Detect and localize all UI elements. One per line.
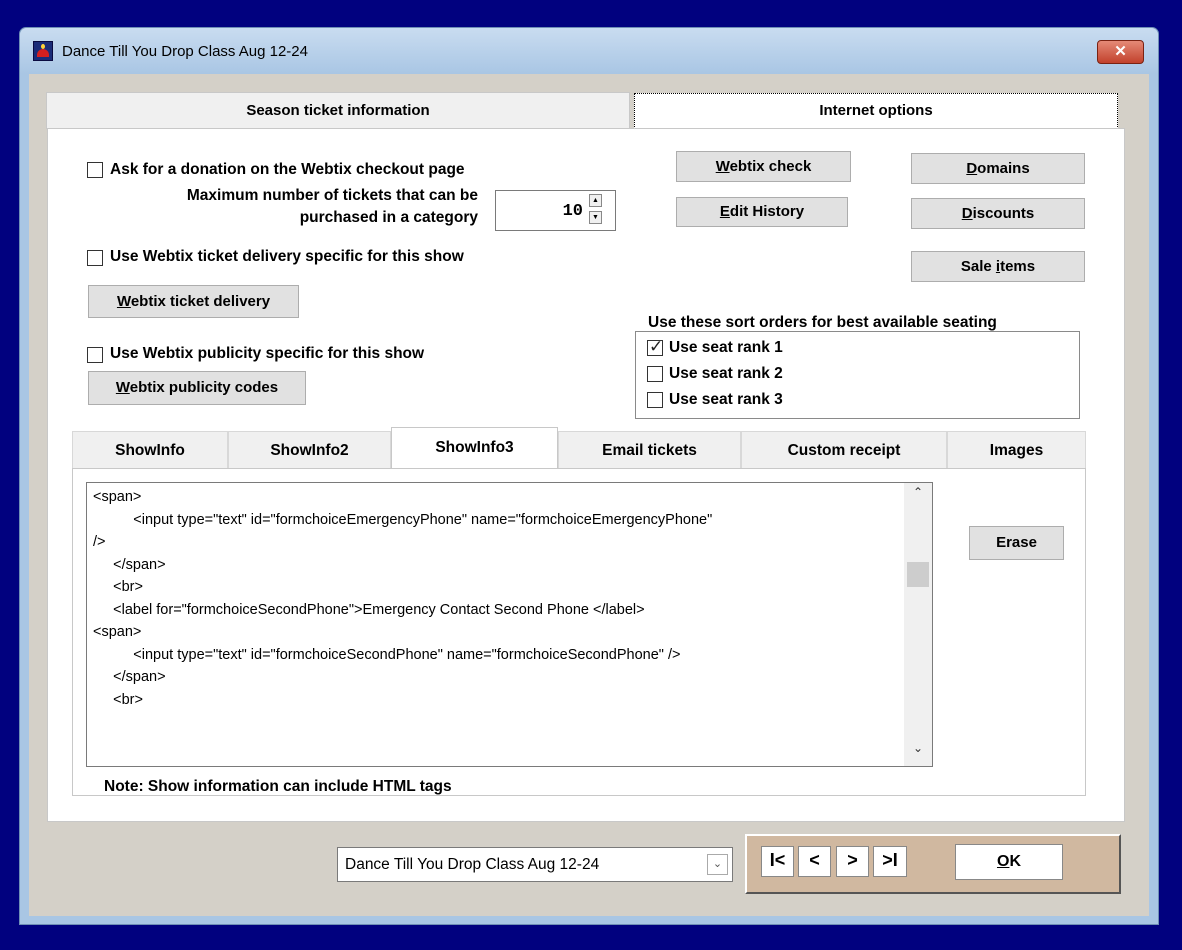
webtix-ticket-delivery-button[interactable]: Webtix ticket delivery	[88, 285, 299, 318]
button-text: ebtix publicity codes	[129, 379, 279, 396]
code-line: />	[93, 534, 106, 550]
button-text: ebtix check	[729, 158, 812, 175]
sort-orders-group: Use seat rank 1 Use seat rank 2 Use seat…	[635, 331, 1080, 419]
max-tickets-stepper[interactable]: 10 ▲ ▼	[495, 190, 616, 231]
code-line: <input type="text" id="formchoiceEmergen…	[93, 511, 713, 528]
code-line: </span>	[93, 556, 166, 573]
button-text: ebtix ticket delivery	[130, 293, 271, 310]
button-text: iscounts	[972, 205, 1035, 222]
tab-showinfo2[interactable]: ShowInfo2	[228, 431, 391, 468]
ok-button[interactable]: OK	[955, 844, 1063, 880]
stepper-down-icon[interactable]: ▼	[589, 211, 602, 224]
code-line: <br>	[93, 579, 143, 595]
domains-button[interactable]: Domains	[911, 153, 1085, 184]
max-tickets-label-line1: Maximum number of tickets that can be	[186, 187, 478, 204]
mnemonic: W	[116, 293, 131, 310]
webtix-check-button[interactable]: Webtix check	[676, 151, 851, 182]
publicity-label: Use Webtix publicity specific for this s…	[110, 345, 425, 362]
mnemonic: O	[996, 853, 1010, 870]
donation-label: Ask for a donation on the Webtix checkou…	[110, 161, 465, 178]
show-select-dropdown[interactable]: Dance Till You Drop Class Aug 12-24 ⌄	[337, 847, 733, 882]
button-text: dit History	[729, 203, 805, 220]
mnemonic: W	[115, 379, 130, 396]
window-title: Dance Till You Drop Class Aug 12-24	[62, 43, 308, 60]
erase-button[interactable]: Erase	[969, 526, 1064, 560]
show-info-textarea[interactable]: <span> <input type="text" id="formchoice…	[86, 482, 933, 767]
seat-rank-2-label: Use seat rank 2	[669, 365, 783, 382]
seat-rank-3-checkbox[interactable]	[647, 392, 663, 408]
tab-showinfo[interactable]: ShowInfo	[72, 431, 228, 468]
mnemonic: D	[961, 205, 973, 222]
button-text: K	[1009, 853, 1021, 870]
code-line: <span>	[93, 489, 142, 505]
tab-internet-options[interactable]: Internet options	[634, 93, 1118, 129]
delivery-checkbox[interactable]	[87, 250, 103, 266]
textarea-content: <span> <input type="text" id="formchoice…	[93, 486, 712, 711]
mnemonic: E	[719, 203, 730, 220]
app-icon	[33, 41, 53, 61]
donation-checkbox[interactable]	[87, 162, 103, 178]
show-select-value: Dance Till You Drop Class Aug 12-24	[345, 856, 600, 873]
last-record-button[interactable]: >I	[873, 846, 907, 877]
discounts-button[interactable]: Discounts	[911, 198, 1085, 229]
sort-orders-heading: Use these sort orders for best available…	[648, 314, 997, 331]
chevron-down-icon[interactable]: ⌄	[707, 854, 728, 875]
close-button[interactable]: ✕	[1097, 40, 1144, 64]
mnemonic: W	[715, 158, 730, 175]
tab-custom-receipt[interactable]: Custom receipt	[741, 431, 947, 468]
first-record-button[interactable]: I<	[761, 846, 794, 877]
delivery-label: Use Webtix ticket delivery specific for …	[110, 248, 464, 265]
html-tags-note: Note: Show information can include HTML …	[104, 778, 452, 795]
seat-rank-3-label: Use seat rank 3	[669, 391, 783, 408]
previous-record-button[interactable]: <	[798, 846, 831, 877]
seat-rank-2-checkbox[interactable]	[647, 366, 663, 382]
mnemonic: D	[966, 160, 978, 177]
edit-history-button[interactable]: Edit History	[676, 197, 848, 227]
vertical-scrollbar[interactable]: ⌃ ⌄	[904, 483, 932, 766]
stepper-up-icon[interactable]: ▲	[589, 194, 602, 207]
scroll-down-icon[interactable]: ⌄	[904, 741, 932, 761]
next-record-button[interactable]: >	[836, 846, 869, 877]
dialog-window: Dance Till You Drop Class Aug 12-24 ✕ Se…	[19, 27, 1159, 925]
code-line: <input type="text" id="formchoiceSecondP…	[93, 646, 681, 663]
scrollbar-thumb[interactable]	[907, 562, 929, 587]
dialog-client-area: Season ticket information Internet optio…	[29, 74, 1149, 916]
button-text-before: Sale	[960, 258, 996, 275]
title-bar[interactable]: Dance Till You Drop Class Aug 12-24 ✕	[20, 28, 1158, 74]
button-text: tems	[1000, 258, 1036, 275]
sale-items-button[interactable]: Sale items	[911, 251, 1085, 282]
max-tickets-value: 10	[562, 202, 583, 221]
tab-season-ticket-information[interactable]: Season ticket information	[46, 92, 630, 129]
record-navigation-panel: I< < > >I OK	[745, 834, 1121, 894]
tab-email-tickets[interactable]: Email tickets	[558, 431, 741, 468]
code-line: <label for="formchoiceSecondPhone">Emerg…	[93, 601, 645, 618]
publicity-checkbox[interactable]	[87, 347, 103, 363]
webtix-publicity-codes-button[interactable]: Webtix publicity codes	[88, 371, 306, 405]
tab-images[interactable]: Images	[947, 431, 1086, 468]
seat-rank-1-checkbox[interactable]	[647, 337, 663, 357]
code-line: <span>	[93, 624, 142, 640]
showinfo3-page: <span> <input type="text" id="formchoice…	[72, 468, 1086, 796]
seat-rank-1-label: Use seat rank 1	[669, 339, 783, 356]
scroll-up-icon[interactable]: ⌃	[904, 485, 932, 505]
tab-showinfo3[interactable]: ShowInfo3	[391, 427, 558, 469]
close-icon: ✕	[1114, 43, 1127, 60]
button-text: omains	[977, 160, 1030, 177]
internet-options-panel: Ask for a donation on the Webtix checkou…	[47, 128, 1125, 822]
code-line: <br>	[93, 691, 143, 708]
max-tickets-label-line2: purchased in a category	[299, 209, 478, 226]
code-line: </span>	[93, 669, 166, 685]
